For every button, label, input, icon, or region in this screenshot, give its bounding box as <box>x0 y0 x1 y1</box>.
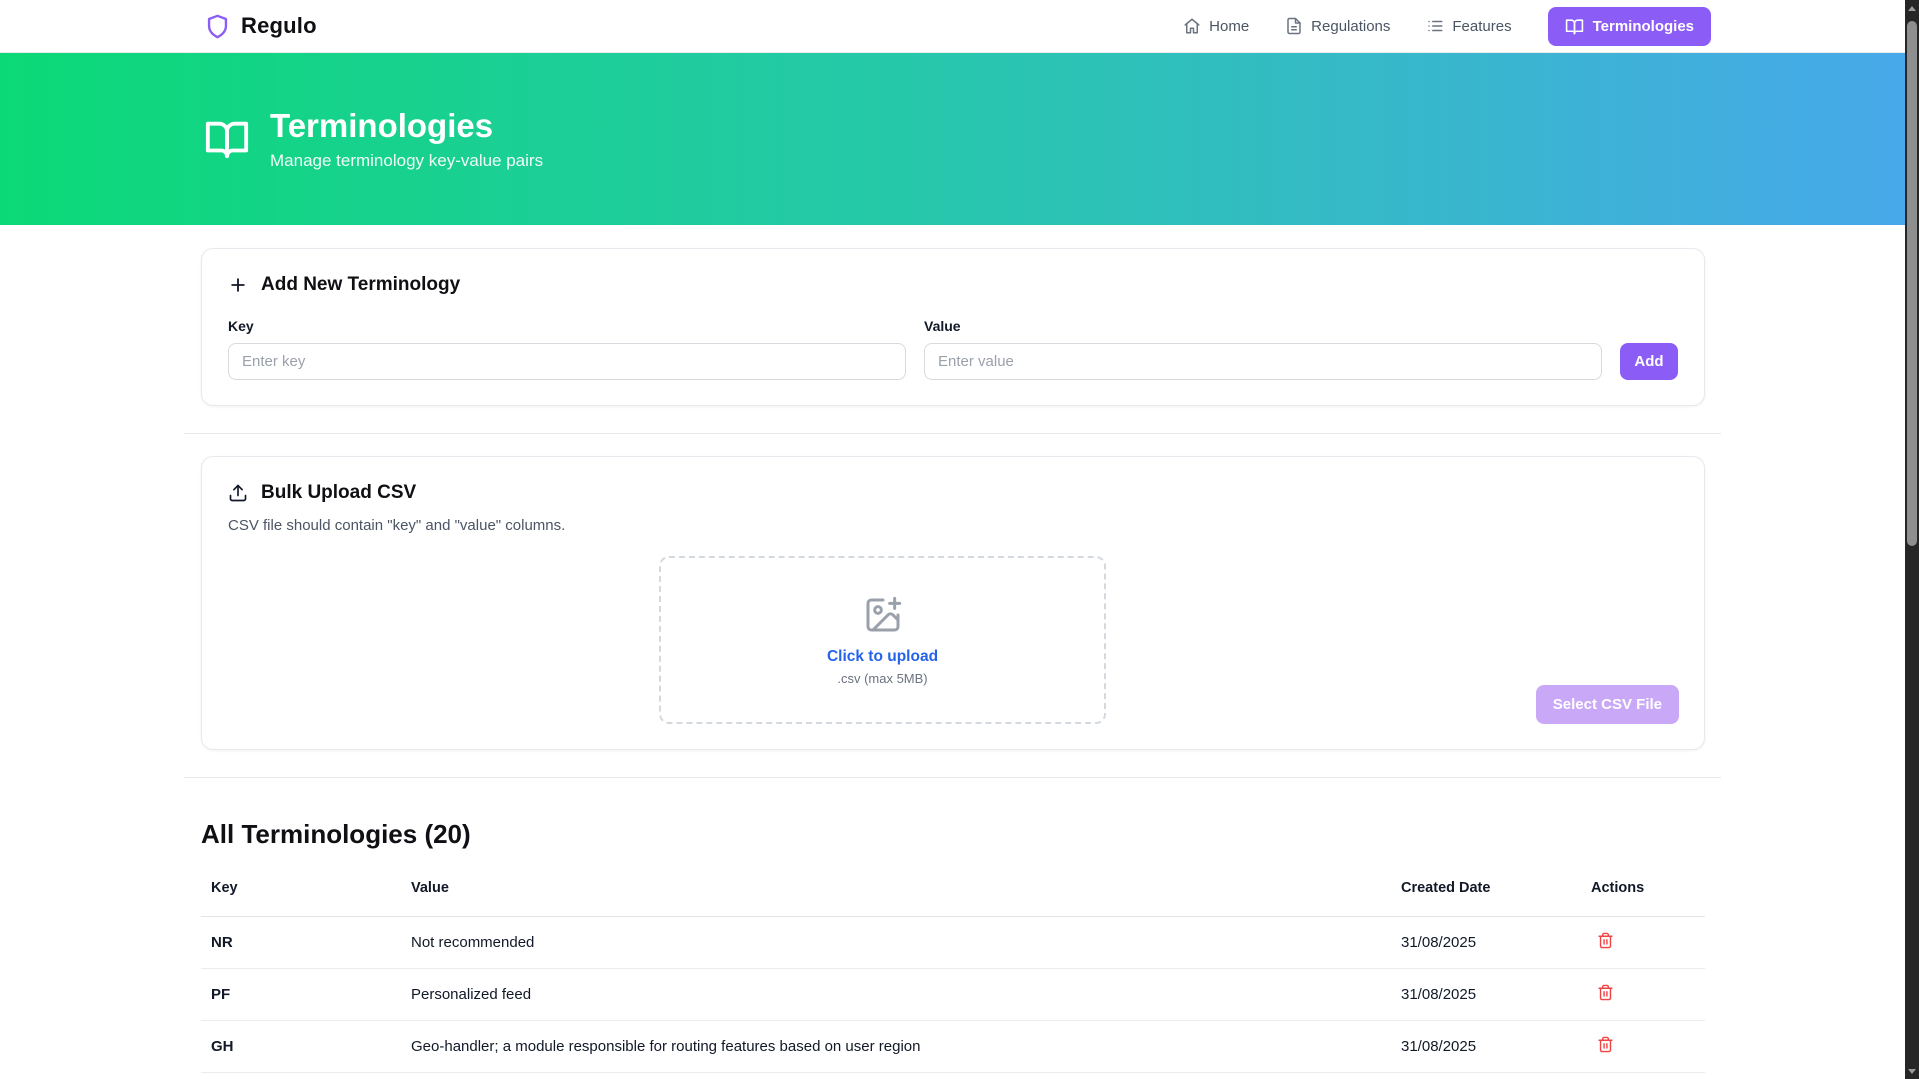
shield-icon <box>204 13 231 40</box>
scrollbar-up-arrow[interactable] <box>1905 0 1919 16</box>
cell-value: Personalized feed <box>401 968 1391 1021</box>
nav-item-label: Home <box>1209 17 1250 35</box>
cell-key: GH <box>201 1020 401 1073</box>
trash-icon <box>1597 1036 1614 1053</box>
brand[interactable]: Regulo <box>204 13 317 40</box>
upload-icon <box>228 483 248 503</box>
key-field-group: Key <box>228 318 906 380</box>
nav-item-label: Features <box>1452 17 1512 35</box>
hero-banner: Terminologies Manage terminology key-val… <box>0 53 1919 225</box>
value-input[interactable] <box>924 343 1602 380</box>
terminologies-table: Key Value Created Date Actions NR Not re… <box>201 874 1705 1073</box>
page-scrollbar[interactable] <box>1905 0 1919 1079</box>
table-row: NR Not recommended 31/08/2025 <box>201 916 1705 969</box>
csv-dropzone[interactable]: Click to upload .csv (max 5MB) <box>659 556 1106 724</box>
cell-value: Not recommended <box>401 916 1391 969</box>
file-hint: .csv (max 5MB) <box>837 670 928 686</box>
value-field-group: Value <box>924 318 1602 380</box>
add-button[interactable]: Add <box>1620 343 1678 380</box>
nav-item-features[interactable]: Features <box>1426 17 1512 35</box>
top-navbar: Regulo Home Regulations Features Termino… <box>0 0 1919 53</box>
trash-icon <box>1597 932 1614 949</box>
add-terminology-title: Add New Terminology <box>261 274 461 295</box>
bulk-upload-title: Bulk Upload CSV <box>261 482 417 503</box>
nav-item-regulations[interactable]: Regulations <box>1285 17 1390 35</box>
table-row: GH Geo-handler; a module responsible for… <box>201 1020 1705 1073</box>
page-title: Terminologies <box>270 106 494 144</box>
section-divider <box>184 777 1721 778</box>
nav-item-terminologies-active[interactable]: Terminologies <box>1547 6 1711 46</box>
home-icon <box>1183 17 1201 35</box>
list-icon <box>1426 17 1444 35</box>
delete-button[interactable] <box>1591 984 1614 1001</box>
delete-button[interactable] <box>1591 1036 1614 1053</box>
scrollbar-down-arrow[interactable] <box>1905 1063 1919 1079</box>
cell-created-date: 31/08/2025 <box>1391 916 1581 969</box>
key-label: Key <box>228 318 254 334</box>
add-terminology-card: Add New Terminology Key Value Add <box>201 248 1705 406</box>
terminologies-list-title: All Terminologies (20) <box>201 819 471 849</box>
header-value: Value <box>401 874 1391 917</box>
select-csv-file-button[interactable]: Select CSV File <box>1535 685 1679 724</box>
cell-created-date: 31/08/2025 <box>1391 968 1581 1021</box>
plus-icon <box>228 275 248 295</box>
main-nav: Home Regulations Features Terminologies <box>1183 6 1711 46</box>
cell-key: PF <box>201 968 401 1021</box>
brand-name: Regulo <box>241 13 317 38</box>
header-created-date: Created Date <box>1391 874 1581 917</box>
cell-created-date: 31/08/2025 <box>1391 1020 1581 1073</box>
book-open-icon <box>1565 17 1584 36</box>
nav-item-label: Terminologies <box>1592 17 1694 35</box>
nav-item-label: Regulations <box>1311 17 1391 35</box>
image-plus-icon <box>863 595 903 635</box>
cell-key: NR <box>201 916 401 969</box>
section-divider <box>184 433 1721 434</box>
value-label: Value <box>924 318 961 334</box>
key-input[interactable] <box>228 343 906 380</box>
main-content: Add New Terminology Key Value Add Bulk U… <box>184 248 1721 1073</box>
header-key: Key <box>201 874 401 917</box>
nav-item-home[interactable]: Home <box>1183 17 1249 35</box>
bulk-upload-description: CSV file should contain "key" and "value… <box>228 517 566 534</box>
trash-icon <box>1597 984 1614 1001</box>
click-to-upload-link[interactable]: Click to upload <box>827 648 938 666</box>
table-header-row: Key Value Created Date Actions <box>201 874 1705 917</box>
file-text-icon <box>1285 17 1303 35</box>
cell-value: Geo-handler; a module responsible for ro… <box>401 1020 1391 1073</box>
bulk-upload-card: Bulk Upload CSV CSV file should contain … <box>201 456 1705 750</box>
table-row: PF Personalized feed 31/08/2025 <box>201 968 1705 1021</box>
book-open-icon <box>204 116 250 162</box>
header-actions: Actions <box>1581 874 1705 917</box>
page-subtitle: Manage terminology key-value pairs <box>270 151 544 171</box>
delete-button[interactable] <box>1591 932 1614 949</box>
scrollbar-thumb[interactable] <box>1907 21 1917 546</box>
